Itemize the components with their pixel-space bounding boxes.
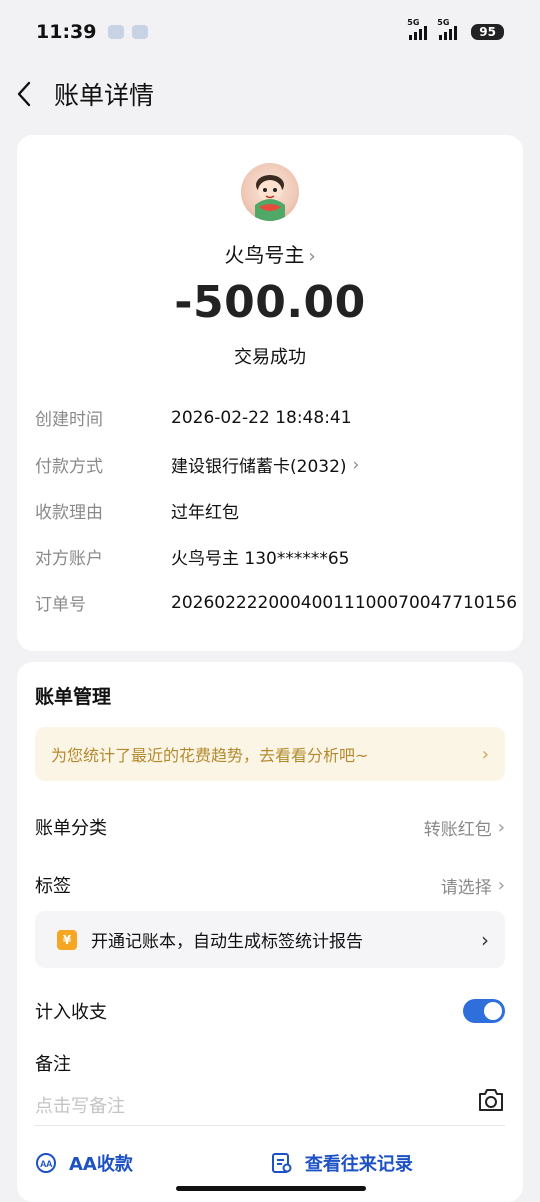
- view-history-button[interactable]: 查看往来记录: [271, 1150, 413, 1176]
- chevron-right-icon: ›: [497, 874, 505, 896]
- chevron-right-icon: ›: [308, 246, 316, 267]
- history-icon: [271, 1152, 293, 1174]
- page-title: 账单详情: [54, 81, 155, 110]
- back-arrow-icon[interactable]: [16, 81, 38, 107]
- aa-collect-button[interactable]: AA AA收款: [35, 1150, 133, 1176]
- svg-text:A: A: [46, 1159, 53, 1169]
- include-in-balance-row: 计入收支: [35, 998, 505, 1024]
- chevron-right-icon: ›: [481, 743, 489, 765]
- top-nav: 账单详情: [0, 64, 540, 124]
- transaction-card: 火鸟号主 › -500.00 交易成功 创建时间 2026-02-22 18:48…: [17, 135, 523, 651]
- tag-row[interactable]: 标签 请选择 ›: [35, 872, 505, 898]
- status-bar: 11:39 5G 5G 95: [0, 0, 540, 64]
- section-title: 账单管理: [35, 686, 112, 708]
- spending-trend-banner[interactable]: 为您统计了最近的花费趋势，去看看分析吧~ ›: [35, 727, 505, 781]
- ledger-promo-banner[interactable]: ¥ 开通记账本，自动生成标签统计报告 ›: [35, 911, 505, 968]
- signal-icon-2: 5G: [437, 18, 458, 40]
- yen-icon: ¥: [57, 929, 77, 950]
- note-label-row: 备注: [35, 1050, 505, 1076]
- bill-category-row[interactable]: 账单分类 转账红包 ›: [35, 814, 505, 840]
- detail-row-created: 创建时间 2026-02-22 18:48:41: [35, 407, 352, 431]
- home-indicator[interactable]: [176, 1186, 366, 1191]
- note-label: 备注: [35, 1054, 71, 1075]
- payee-name: 火鸟号主: [224, 243, 305, 267]
- payee-link[interactable]: 火鸟号主 ›: [17, 239, 523, 268]
- note-input[interactable]: [35, 1088, 505, 1126]
- signal-icon: 5G: [407, 18, 428, 40]
- chevron-right-icon: ›: [497, 816, 505, 838]
- aa-icon: AA: [35, 1152, 57, 1174]
- status-time: 11:39: [36, 21, 97, 43]
- amount: -500.00: [174, 277, 366, 328]
- notification-icons: [108, 25, 149, 39]
- detail-row-payment-method[interactable]: 付款方式 建设银行储蓄卡(2032) ›: [35, 452, 360, 478]
- include-toggle[interactable]: [463, 999, 505, 1023]
- avatar[interactable]: [241, 163, 299, 221]
- detail-row-counterparty: 对方账户 火鸟号主 130******65: [35, 549, 350, 569]
- transaction-status: 交易成功: [234, 347, 306, 368]
- detail-row-order-number: 订单号 20260222200040011100070047710156: [35, 592, 518, 616]
- cloud-icon: [108, 25, 125, 39]
- camera-icon[interactable]: [477, 1087, 505, 1113]
- detail-row-reason: 收款理由 过年红包: [35, 503, 239, 523]
- bottom-actions: AA AA收款 查看往来记录: [35, 1150, 505, 1176]
- battery-indicator: 95: [471, 24, 504, 40]
- app-notification-icon: [132, 25, 149, 39]
- bill-management-card: 账单管理 为您统计了最近的花费趋势，去看看分析吧~ › 账单分类 转账红包 › …: [17, 662, 523, 1202]
- status-indicators: 5G 5G 95: [407, 18, 504, 40]
- chevron-right-icon: ›: [481, 927, 489, 952]
- chevron-right-icon: ›: [352, 454, 360, 475]
